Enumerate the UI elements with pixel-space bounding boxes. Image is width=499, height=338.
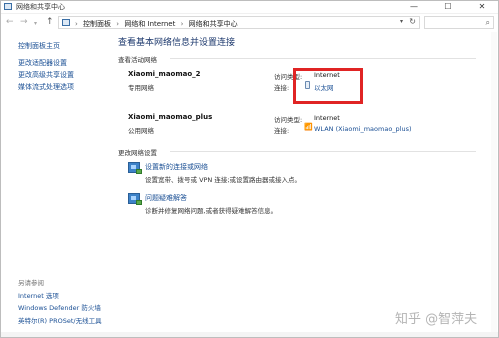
troubleshoot-icon [128,193,142,205]
network-category: 专用网络 [128,84,154,92]
sidebar-item-change-adapter[interactable]: 更改适配器设置 [18,58,67,68]
bottom-edge [0,332,499,338]
icon-badge [136,169,142,174]
breadcrumb-control-panel[interactable]: 控制面板 [83,20,111,28]
forward-arrow-icon[interactable]: → [20,17,28,27]
refresh-icon[interactable]: ↻ [409,17,416,26]
network-name: Xiaomi_maomao_plus [128,113,213,121]
title-bar: 网络和共享中心 — ☐ ✕ [0,0,499,14]
network-name: Xiaomi_maomao_2 [128,70,201,78]
maximize-button[interactable]: ☐ [431,0,465,14]
recent-locations-icon[interactable]: ▾ [34,19,37,29]
setup-new-connection-description: 设置宽带、拨号或 VPN 连接;或设置路由器或接入点。 [145,176,302,184]
vertical-scrollbar[interactable] [491,32,497,332]
control-panel-icon [62,19,70,26]
address-bar[interactable]: › 控制面板 › 网络和 Internet › 网络和共享中心 ▾ ↻ [58,16,420,29]
breadcrumb-separator: › [180,20,184,28]
troubleshoot-description: 诊断并修复网络问题,或者获得疑难解答信息。 [145,207,278,215]
breadcrumb-separator: › [75,20,78,28]
connection-label: 连接: [274,84,290,92]
search-input[interactable]: ⌕ [424,16,494,29]
see-also-internet-options[interactable]: Internet 选项 [18,290,59,300]
highlight-annotation [293,68,363,104]
section-divider [170,58,476,59]
breadcrumb-sharing-center[interactable]: 网络和共享中心 [189,20,238,28]
network-category: 公用网络 [128,127,154,135]
active-networks-heading: 查看活动网络 [118,56,157,64]
setup-new-connection-link[interactable]: 设置新的连接或网络 [145,162,208,172]
connection-wlan-link[interactable]: WLAN (Xiaomi_maomao_plus) [314,125,412,133]
connection-label: 连接: [274,127,290,135]
page-title: 查看基本网络信息并设置连接 [118,38,236,48]
access-type-label: 访问类型: [274,116,303,124]
access-type-value: Internet [314,114,340,122]
network-center-icon [4,3,12,10]
breadcrumb-network-internet[interactable]: 网络和 Internet [124,20,175,28]
section-divider [170,151,476,152]
change-settings-heading: 更改网络设置 [118,149,157,157]
window-title: 网络和共享中心 [16,3,65,11]
new-connection-icon [128,162,142,174]
see-also-firewall[interactable]: Windows Defender 防火墙 [18,302,101,312]
sidebar-item-control-panel-home[interactable]: 控制面板主页 [18,41,60,51]
search-icon: ⌕ [485,18,490,27]
sidebar: 控制面板主页 更改适配器设置 更改高级共享设置 媒体流式处理选项 另请参阅 In… [0,32,108,338]
back-arrow-icon[interactable]: ← [6,17,14,27]
up-arrow-icon[interactable]: ↑ [46,17,54,27]
breadcrumb: › 控制面板 › 网络和 Internet › 网络和共享中心 [75,19,241,29]
minimize-button[interactable]: — [397,0,431,14]
troubleshoot-link[interactable]: 问题疑难解答 [145,193,187,203]
wifi-signal-icon: 📶 [304,123,313,131]
address-dropdown-icon[interactable]: ▾ [400,18,403,25]
sidebar-item-media-streaming[interactable]: 媒体流式处理选项 [18,82,74,92]
main-content: 查看基本网络信息并设置连接 查看活动网络 Xiaomi_maomao_2 专用网… [108,32,499,338]
see-also-heading: 另请参阅 [18,279,44,287]
navigation-bar: ← → ▾ ↑ › 控制面板 › 网络和 Internet › 网络和共享中心 … [0,14,499,31]
close-button[interactable]: ✕ [465,0,499,14]
see-also-proset[interactable]: 英特尔(R) PROSet/无线工具 [18,315,102,325]
sidebar-item-advanced-sharing[interactable]: 更改高级共享设置 [18,70,74,80]
icon-badge [136,200,142,205]
watermark: 知乎 @智萍夫 [395,312,478,327]
breadcrumb-separator: › [116,20,120,28]
